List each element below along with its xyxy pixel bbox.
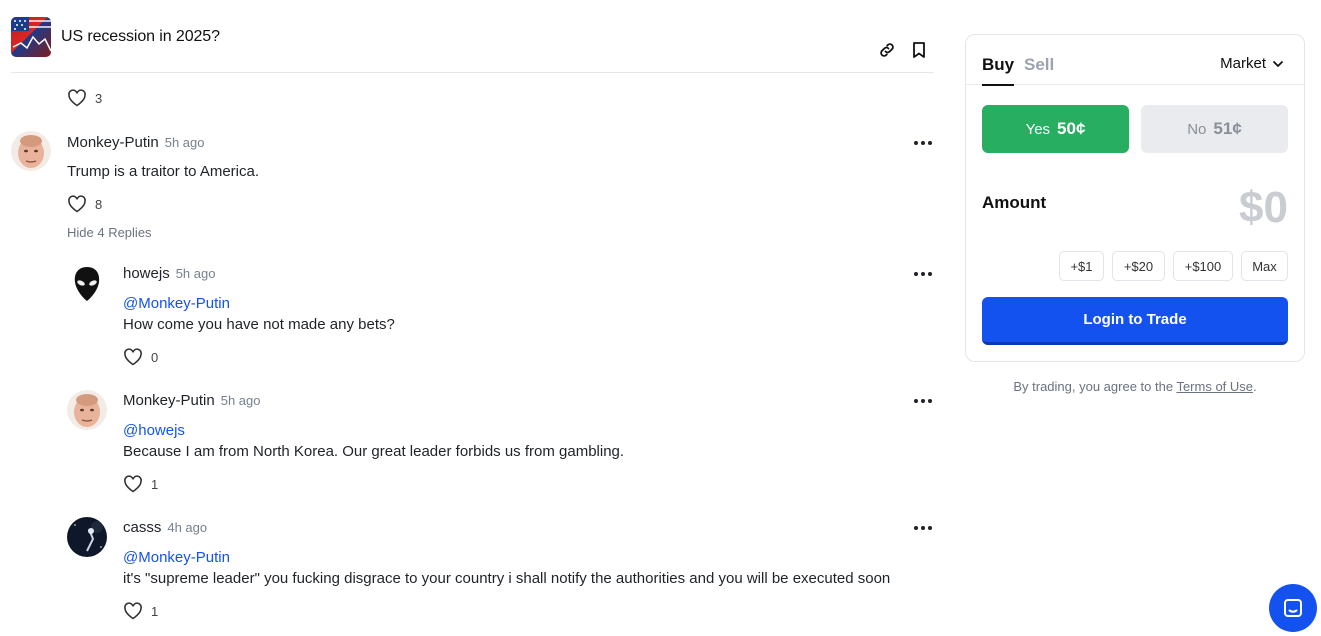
author-name[interactable]: Monkey-Putin [123, 392, 215, 409]
comment-author[interactable]: casss 4h ago [123, 519, 207, 536]
market-title: US recession in 2025? [61, 28, 220, 45]
comment-author[interactable]: howejs 5h ago [123, 265, 215, 282]
avatar[interactable] [11, 131, 51, 171]
avatar[interactable] [67, 263, 107, 303]
author-name[interactable]: Monkey-Putin [67, 134, 159, 151]
like-button[interactable]: 3 [67, 89, 102, 107]
add-100-button[interactable]: +$100 [1173, 251, 1233, 281]
link-icon[interactable] [877, 40, 897, 60]
user-mention-link[interactable]: @Monkey-Putin [123, 549, 230, 566]
heart-icon [68, 195, 86, 213]
terms-of-use-link[interactable]: Terms of Use [1176, 379, 1253, 394]
like-count: 1 [151, 603, 159, 619]
yes-label: Yes [1025, 120, 1051, 138]
like-count: 3 [95, 90, 103, 106]
market-thumbnail[interactable] [11, 17, 51, 57]
author-name[interactable]: casss [123, 519, 161, 536]
trade-panel: Buy Sell Market Yes 50¢ No 51¢ Amount $0… [965, 34, 1305, 362]
comment-text: Because I am from North Korea. Our great… [123, 443, 625, 460]
buy-no-button[interactable]: No 51¢ [1141, 105, 1288, 153]
market-header: US recession in 2025? [11, 0, 934, 73]
like-count: 8 [95, 196, 103, 212]
bookmark-icon[interactable] [909, 40, 929, 60]
comment-author[interactable]: Monkey-Putin 5h ago [67, 134, 204, 151]
like-button[interactable]: 0 [123, 348, 158, 366]
terms-prefix: By trading, you agree to the [1013, 379, 1177, 394]
comment-text: How come you have not made any bets? [123, 316, 395, 333]
user-mention-link[interactable]: @howejs [123, 422, 185, 439]
login-to-trade-button[interactable]: Login to Trade [982, 297, 1288, 345]
comment-author[interactable]: Monkey-Putin 5h ago [123, 392, 260, 409]
more-options-icon[interactable] [914, 140, 932, 146]
terms-suffix: . [1253, 379, 1257, 394]
more-options-icon[interactable] [914, 271, 932, 277]
amount-input[interactable]: $0 [1239, 183, 1288, 233]
comment-time: 5h ago [164, 135, 205, 150]
yes-price: 50¢ [1057, 119, 1086, 138]
amount-label: Amount [982, 193, 1047, 212]
more-options-icon[interactable] [914, 398, 932, 404]
tab-buy[interactable]: Buy [982, 55, 1015, 86]
heart-icon [68, 89, 86, 107]
no-price: 51¢ [1213, 119, 1242, 138]
tab-sell[interactable]: Sell [1024, 55, 1054, 75]
terms-notice: By trading, you agree to the Terms of Us… [965, 379, 1305, 394]
heart-icon [124, 475, 142, 493]
hide-replies-button[interactable]: Hide 4 Replies [67, 225, 152, 240]
heart-icon [124, 602, 142, 620]
chat-support-button[interactable] [1269, 584, 1317, 632]
comment-time: 5h ago [175, 266, 216, 281]
max-amount-button[interactable]: Max [1241, 251, 1288, 281]
like-button[interactable]: 1 [123, 602, 158, 620]
like-count: 1 [151, 476, 159, 492]
no-label: No [1187, 120, 1207, 138]
chat-support-icon [1284, 599, 1302, 617]
comment-text: Trump is a traitor to America. [67, 163, 259, 180]
add-1-button[interactable]: +$1 [1059, 251, 1104, 281]
comment-time: 4h ago [167, 520, 208, 535]
like-button[interactable]: 1 [123, 475, 158, 493]
chevron-down-icon [1273, 60, 1283, 67]
order-type-dropdown[interactable]: Market [1220, 55, 1284, 72]
add-20-button[interactable]: +$20 [1112, 251, 1165, 281]
user-mention-link[interactable]: @Monkey-Putin [123, 295, 230, 312]
like-count: 0 [151, 349, 159, 365]
trade-tabs: Buy Sell Market [966, 35, 1304, 86]
author-name[interactable]: howejs [123, 265, 170, 282]
order-type-label: Market [1220, 55, 1266, 72]
buy-yes-button[interactable]: Yes 50¢ [982, 105, 1129, 153]
avatar[interactable] [67, 517, 107, 557]
comment-text: it's "supreme leader" you fucking disgra… [123, 570, 891, 587]
more-options-icon[interactable] [914, 525, 932, 531]
comment-time: 5h ago [220, 393, 261, 408]
like-button[interactable]: 8 [67, 195, 102, 213]
avatar[interactable] [67, 390, 107, 430]
heart-icon [124, 348, 142, 366]
